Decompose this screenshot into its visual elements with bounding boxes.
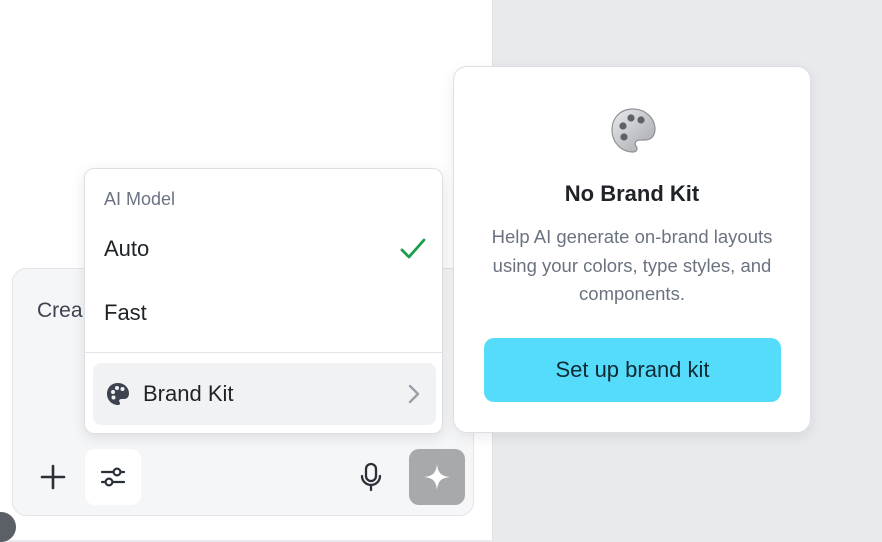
sparkle-icon — [424, 464, 450, 490]
menu-divider — [85, 352, 442, 353]
checkmark-icon — [400, 238, 426, 259]
plus-icon — [40, 464, 66, 490]
brand-kit-card: No Brand Kit Help AI generate on-brand l… — [453, 66, 811, 433]
menu-item-fast[interactable]: Fast — [85, 285, 442, 341]
add-button[interactable] — [25, 449, 81, 505]
menu-item-label: Fast — [104, 300, 147, 325]
model-settings-button[interactable] — [85, 449, 141, 505]
palette-icon — [105, 381, 131, 407]
card-description: Help AI generate on-brand layouts using … — [491, 226, 773, 304]
menu-item-label: Brand Kit — [143, 381, 234, 406]
microphone-button[interactable] — [343, 449, 399, 505]
microphone-icon — [360, 462, 382, 492]
card-title: No Brand Kit — [564, 181, 700, 206]
sliders-icon — [100, 467, 126, 487]
ai-model-menu: AI Model Auto Fast Brand Kit — [84, 168, 443, 434]
corner-shadow — [0, 512, 16, 542]
prompt-input-text[interactable]: Crea — [37, 299, 83, 323]
menu-item-label: Auto — [104, 236, 150, 261]
set-up-brand-kit-button[interactable]: Set up brand kit — [484, 338, 781, 402]
palette-icon — [611, 108, 656, 153]
menu-header: AI Model — [104, 189, 176, 209]
generate-button[interactable] — [409, 449, 465, 505]
menu-item-auto[interactable]: Auto — [85, 221, 442, 277]
chevron-right-icon — [408, 384, 420, 404]
menu-item-brand-kit[interactable]: Brand Kit — [93, 363, 436, 425]
